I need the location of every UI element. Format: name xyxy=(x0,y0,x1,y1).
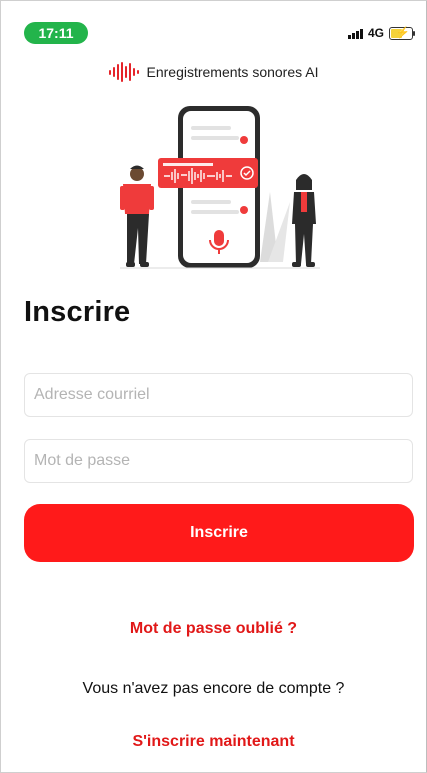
battery-charging-icon: ⚡ xyxy=(389,26,415,40)
network-label: 4G xyxy=(367,26,384,40)
status-bar: 17:11 4G ⚡ xyxy=(0,0,427,46)
person-woman xyxy=(292,174,316,267)
no-account-text: Vous n'avez pas encore de compte ? xyxy=(82,680,345,697)
recording-illustration xyxy=(120,106,320,269)
signup-button[interactable]: Inscrire xyxy=(24,504,414,562)
forgot-password-link[interactable]: Mot de passe oublié ? xyxy=(0,620,427,638)
email-field[interactable] xyxy=(24,373,413,417)
audio-waveform-icon xyxy=(158,158,258,188)
page-title: Inscrire xyxy=(24,296,131,328)
person-man xyxy=(120,165,154,267)
signal-icon xyxy=(347,28,363,39)
sound-wave-icon xyxy=(108,62,139,82)
signup-now-link[interactable]: S'inscrire maintenant xyxy=(0,733,427,751)
brand-header: Enregistrements sonores AI xyxy=(0,62,427,82)
status-indicators: 4G ⚡ xyxy=(347,26,415,40)
password-field[interactable] xyxy=(24,439,413,483)
time-pill: 17:11 xyxy=(24,22,88,44)
brand-name: Enregistrements sonores AI xyxy=(146,64,319,80)
